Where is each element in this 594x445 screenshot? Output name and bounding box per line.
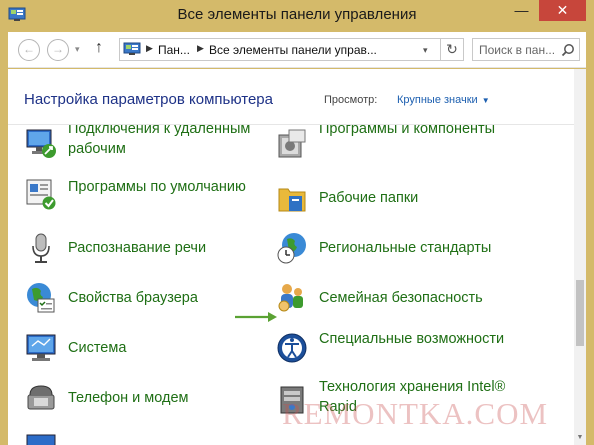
back-button[interactable]: ←	[18, 39, 40, 61]
internet-options-icon	[27, 283, 55, 313]
address-dropdown-icon[interactable]: ▾	[423, 45, 428, 56]
title-bar[interactable]: Все элементы панели управления — ✕	[0, 0, 594, 32]
breadcrumb-separator[interactable]: ▶	[197, 43, 204, 54]
family-safety-icon	[278, 284, 303, 312]
address-bar[interactable]: ▶ Пан... ▶ Все элементы панели управ... …	[119, 38, 441, 61]
arrow-annotation-icon	[235, 312, 277, 322]
item-label: Региональные стандарты	[319, 240, 492, 256]
scroll-thumb[interactable]	[576, 280, 584, 346]
content-pane: Настройка параметров компьютера Просмотр…	[8, 69, 586, 445]
programs-features-icon	[278, 129, 306, 158]
navigation-bar: ← → ▾ ↑ ▶ Пан... ▶ Все элементы панели у…	[8, 32, 586, 68]
item-label: Телефон и модем	[68, 390, 189, 406]
item-label: Распознавание речи	[68, 240, 207, 256]
page-title: Настройка параметров компьютера	[24, 91, 273, 108]
search-icon[interactable]	[561, 43, 575, 57]
view-mode-value: Крупные значки	[397, 94, 478, 106]
minimize-button[interactable]: —	[507, 0, 536, 21]
item-label: Семейная безопасность	[319, 290, 483, 306]
control-panel-window: Все элементы панели управления — ✕ ← → ▾…	[0, 0, 594, 445]
microphone-icon	[32, 233, 50, 263]
item-label: Рабочие папки	[319, 190, 419, 206]
system-icon	[26, 334, 56, 361]
item-label: Программы и компоненты	[319, 125, 496, 137]
vertical-scrollbar[interactable]: ▼	[574, 69, 586, 445]
caret-down-icon: ▼	[481, 96, 490, 105]
ease-of-access-icon	[277, 333, 307, 363]
watermark: REMONTKA.COM	[282, 396, 549, 431]
view-mode-dropdown[interactable]: Крупные значки ▼	[397, 94, 490, 106]
up-button[interactable]: ↑	[95, 39, 103, 57]
refresh-button[interactable]: ↻	[441, 38, 464, 61]
search-placeholder: Поиск в пан...	[479, 43, 556, 57]
view-label: Просмотр:	[324, 94, 378, 106]
recent-locations-dropdown[interactable]: ▾	[75, 44, 80, 55]
remote-desktop-icon	[26, 129, 56, 158]
breadcrumb-all-items[interactable]: Все элементы панели управ...	[209, 43, 377, 57]
control-panel-icon	[123, 42, 141, 55]
work-folders-icon	[278, 188, 306, 212]
scroll-down-icon[interactable]: ▼	[574, 431, 586, 445]
search-input[interactable]: Поиск в пан...	[472, 38, 580, 61]
forward-button[interactable]: →	[47, 39, 69, 61]
item-label: Подключения к удаленным рабочим	[68, 125, 251, 157]
region-clock-icon	[277, 233, 306, 264]
phone-modem-icon	[27, 385, 55, 410]
item-label: Программы по умолчанию	[68, 179, 246, 195]
item-label: Система	[68, 340, 127, 356]
monitor-icon	[26, 434, 56, 445]
close-button[interactable]: ✕	[539, 0, 586, 21]
window-title: Все элементы панели управления	[177, 6, 417, 23]
breadcrumb-separator[interactable]: ▶	[146, 43, 153, 54]
item-label: Свойства браузера	[68, 290, 198, 306]
item-label: Специальные возможности	[319, 331, 505, 347]
default-programs-icon	[26, 179, 56, 210]
breadcrumb-control-panel[interactable]: Пан...	[158, 43, 190, 57]
